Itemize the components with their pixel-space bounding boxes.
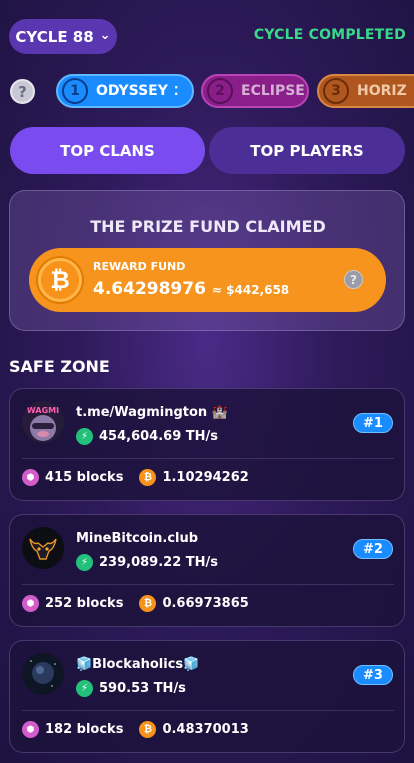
top-clans-tab[interactable]: TOP CLANS	[10, 127, 205, 174]
help-icon[interactable]: ?	[10, 79, 35, 104]
rank-badge: #3	[353, 665, 393, 685]
blocks-icon: ⬢	[22, 595, 39, 612]
cycle-status: CYCLE COMPLETED	[253, 27, 406, 43]
clan-card[interactable]: MineBitcoin.club ⚡ 239,089.22 TH/s #2 ⬢ …	[9, 514, 405, 627]
season-number: 1	[62, 78, 88, 104]
hashrate-row: ⚡ 239,089.22 TH/s	[76, 554, 218, 571]
chevron-down-icon: ⌄	[99, 28, 111, 43]
svg-text:WAGMI: WAGMI	[27, 406, 59, 415]
bitcoin-icon: ₿	[139, 595, 157, 612]
clan-name: 🧊Blockaholics🧊	[76, 657, 200, 672]
btc-amount: 0.48370013	[162, 722, 249, 737]
lightning-icon: ⚡	[76, 680, 93, 697]
season-label: HORIZ	[357, 83, 407, 99]
reward-usd-value: ≈ $442,658	[211, 283, 290, 297]
top-players-tab[interactable]: TOP PLAYERS	[209, 127, 405, 174]
clan-name: t.me/Wagmington 🏰	[76, 405, 228, 420]
avatar	[22, 527, 64, 569]
cycle-label: CYCLE 88	[15, 27, 94, 46]
divider	[22, 458, 394, 459]
hashrate-value: 590.53 TH/s	[99, 681, 186, 696]
season-tab-eclipse[interactable]: 2 ECLIPSE	[201, 74, 309, 108]
reward-label: REWARD FUND	[93, 260, 186, 273]
wagmi-avatar-icon: WAGMI	[22, 401, 64, 443]
prize-fund-card: THE PRIZE FUND CLAIMED ₿ REWARD FUND 4.6…	[9, 190, 405, 331]
prize-title: THE PRIZE FUND CLAIMED	[90, 217, 326, 236]
rank-badge: #1	[353, 413, 393, 433]
season-label: ODYSSEY	[96, 83, 168, 99]
clan-stats: ⬢ 252 blocks ₿ 0.66973865	[22, 595, 249, 612]
clan-stats: ⬢ 415 blocks ₿ 1.10294262	[22, 469, 249, 486]
header: CYCLE 88 ⌄ CYCLE COMPLETED	[0, 0, 414, 70]
divider	[22, 584, 394, 585]
reward-value: 4.64298976 ≈ $442,658	[93, 279, 289, 299]
btc-amount: 1.10294262	[162, 470, 249, 485]
clan-name: MineBitcoin.club	[76, 531, 199, 546]
reward-btc-value: 4.64298976	[93, 279, 206, 299]
avatar: WAGMI	[22, 401, 64, 443]
hashrate-row: ⚡ 590.53 TH/s	[76, 680, 186, 697]
clan-stats: ⬢ 182 blocks ₿ 0.48370013	[22, 721, 249, 738]
season-tab-horizon[interactable]: 3 HORIZ	[317, 74, 414, 108]
avatar	[22, 653, 64, 695]
space-avatar-icon	[22, 653, 64, 695]
clan-header: WAGMI t.me/Wagmington 🏰 ⚡ 454,604.69 TH/…	[10, 389, 406, 457]
divider	[22, 710, 394, 711]
clan-card[interactable]: WAGMI t.me/Wagmington 🏰 ⚡ 454,604.69 TH/…	[9, 388, 405, 501]
clan-card[interactable]: 🧊Blockaholics🧊 ⚡ 590.53 TH/s #3 ⬢ 182 bl…	[9, 640, 405, 753]
cycle-selector-button[interactable]: CYCLE 88 ⌄	[9, 19, 117, 54]
bull-avatar-icon	[22, 527, 64, 569]
lightning-icon: ⚡	[76, 554, 93, 571]
reward-help-icon[interactable]: ?	[344, 270, 363, 289]
blocks-icon: ⬢	[22, 469, 39, 486]
clan-header: 🧊Blockaholics🧊 ⚡ 590.53 TH/s #3	[10, 641, 406, 709]
season-tabs: ? 1 ODYSSEY ⁚ 2 ECLIPSE 3 HORIZ	[0, 74, 414, 110]
hashrate-value: 454,604.69 TH/s	[99, 429, 218, 444]
season-number: 3	[323, 78, 349, 104]
hashrate-row: ⚡ 454,604.69 TH/s	[76, 428, 218, 445]
season-label: ECLIPSE	[241, 83, 305, 99]
clan-header: MineBitcoin.club ⚡ 239,089.22 TH/s #2	[10, 515, 406, 583]
bitcoin-icon: ₿	[139, 721, 157, 738]
blocks-icon: ⬢	[22, 721, 39, 738]
blocks-count: 415 blocks	[45, 470, 124, 485]
bitcoin-icon: ₿	[38, 258, 82, 302]
blocks-count: 252 blocks	[45, 596, 124, 611]
reward-fund-pill: ₿ REWARD FUND 4.64298976 ≈ $442,658 ?	[29, 248, 386, 312]
rank-badge: #2	[353, 539, 393, 559]
btc-amount: 0.66973865	[162, 596, 249, 611]
blocks-count: 182 blocks	[45, 722, 124, 737]
season-number: 2	[207, 78, 233, 104]
more-dots-icon[interactable]: ⁚	[174, 85, 179, 97]
season-tab-odyssey[interactable]: 1 ODYSSEY ⁚	[56, 74, 194, 108]
lightning-icon: ⚡	[76, 428, 93, 445]
leaderboard-toggle: TOP CLANS TOP PLAYERS	[10, 127, 405, 174]
section-title: SAFE ZONE	[9, 357, 110, 376]
bitcoin-icon: ₿	[139, 469, 157, 486]
hashrate-value: 239,089.22 TH/s	[99, 555, 218, 570]
